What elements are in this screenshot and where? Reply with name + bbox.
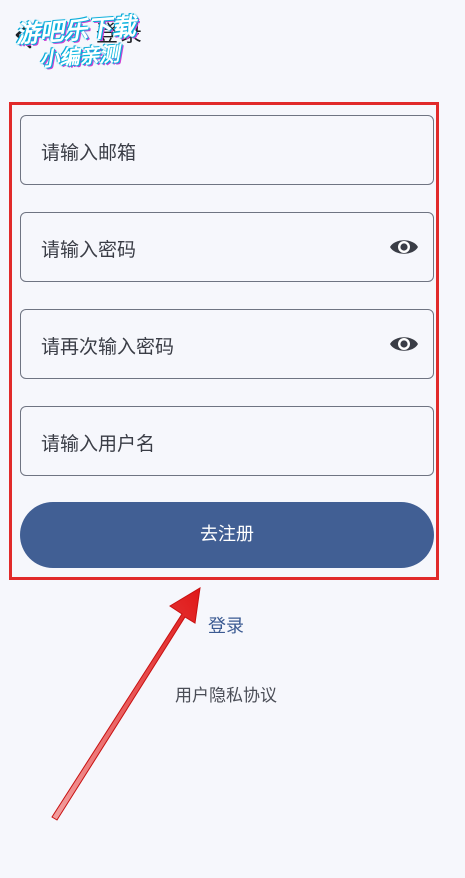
username-placeholder: 请输入用户名 [41,433,156,455]
email-field[interactable]: 请输入邮箱 [20,115,434,185]
password-placeholder: 请输入密码 [41,239,137,261]
register-button[interactable]: 去注册 [20,502,434,568]
watermark-line-2: 小编亲测 [38,41,121,72]
confirm-password-field[interactable]: 请再次输入密码 [20,309,434,379]
login-link[interactable]: 登录 [0,612,452,638]
password-field[interactable]: 请输入密码 [20,212,434,282]
username-field[interactable]: 请输入用户名 [20,406,434,476]
eye-icon[interactable] [389,332,419,356]
email-placeholder: 请输入邮箱 [41,142,137,164]
confirm-password-placeholder: 请再次输入密码 [41,336,175,358]
header-bar: 登录 游吧乐下载 小编亲测 [0,0,465,71]
eye-icon[interactable] [389,235,419,259]
watermark-logo: 游吧乐下载 小编亲测 [6,0,161,77]
privacy-policy-link[interactable]: 用户隐私协议 [0,681,452,706]
